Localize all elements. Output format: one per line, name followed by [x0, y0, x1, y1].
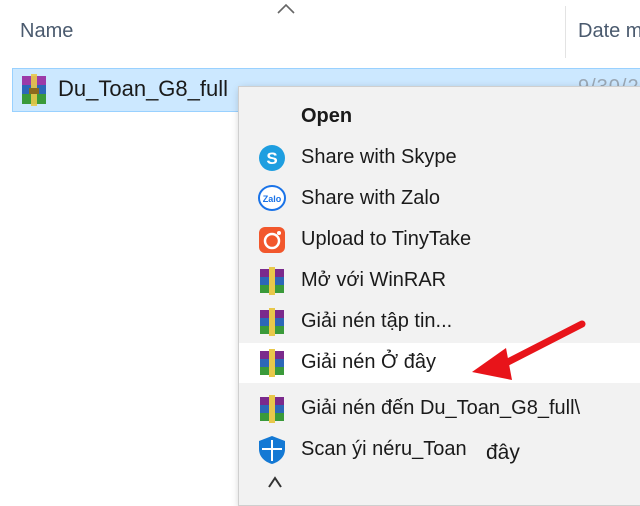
- column-header: Name Date m: [0, 0, 640, 62]
- defender-shield-icon: [259, 436, 285, 464]
- menu-item-scan[interactable]: Scan ýi néru_Toan: [239, 430, 640, 470]
- share-icon: [268, 476, 282, 488]
- winrar-icon: [260, 308, 284, 336]
- context-menu: Open S Share with Skype Zalo Share with …: [238, 86, 640, 506]
- menu-item-label: Scan ýi néru_Toan: [301, 438, 467, 460]
- menu-item-open[interactable]: Open: [239, 97, 640, 137]
- menu-item-share-skype[interactable]: S Share with Skype: [239, 138, 640, 178]
- overlay-caption: đây: [486, 441, 520, 464]
- zalo-icon: Zalo: [258, 185, 286, 211]
- winrar-icon: [260, 395, 284, 423]
- menu-item-upload-tinytake[interactable]: Upload to TinyTake: [239, 220, 640, 260]
- menu-item-share-zalo[interactable]: Zalo Share with Zalo: [239, 179, 640, 219]
- menu-item-label: Open: [301, 105, 353, 127]
- svg-text:S: S: [266, 149, 277, 168]
- menu-item-label: Share with Skype: [301, 146, 457, 168]
- svg-text:Zalo: Zalo: [263, 194, 282, 204]
- name-column-header[interactable]: Name: [20, 20, 73, 43]
- menu-item-label: Upload to TinyTake: [301, 228, 472, 250]
- annotation-arrow-icon: [472, 320, 586, 380]
- menu-item-label: Mở với WinRAR: [301, 269, 447, 291]
- winrar-icon: [260, 267, 284, 295]
- winrar-icon: [260, 349, 284, 377]
- menu-item-label: Share with Zalo: [301, 187, 440, 209]
- menu-item-extract-to-folder[interactable]: Giải nén đến Du_Toan_G8_full\: [239, 389, 640, 429]
- column-divider[interactable]: [565, 6, 566, 58]
- menu-item-label: Giải nén tập tin...: [301, 310, 453, 332]
- menu-item-label: Giải nén đến Du_Toan_G8_full\: [301, 397, 581, 419]
- file-name[interactable]: Du_Toan_G8_full: [58, 76, 228, 102]
- skype-icon: S: [259, 145, 285, 171]
- tinytake-icon: [259, 227, 285, 253]
- date-column-header[interactable]: Date m: [578, 20, 640, 43]
- winrar-archive-icon: [22, 74, 46, 106]
- sort-ascending-icon[interactable]: [276, 2, 296, 16]
- menu-item-label: Giải nén Ở đây: [301, 351, 436, 373]
- menu-item-open-with-winrar[interactable]: Mở với WinRAR: [239, 261, 640, 301]
